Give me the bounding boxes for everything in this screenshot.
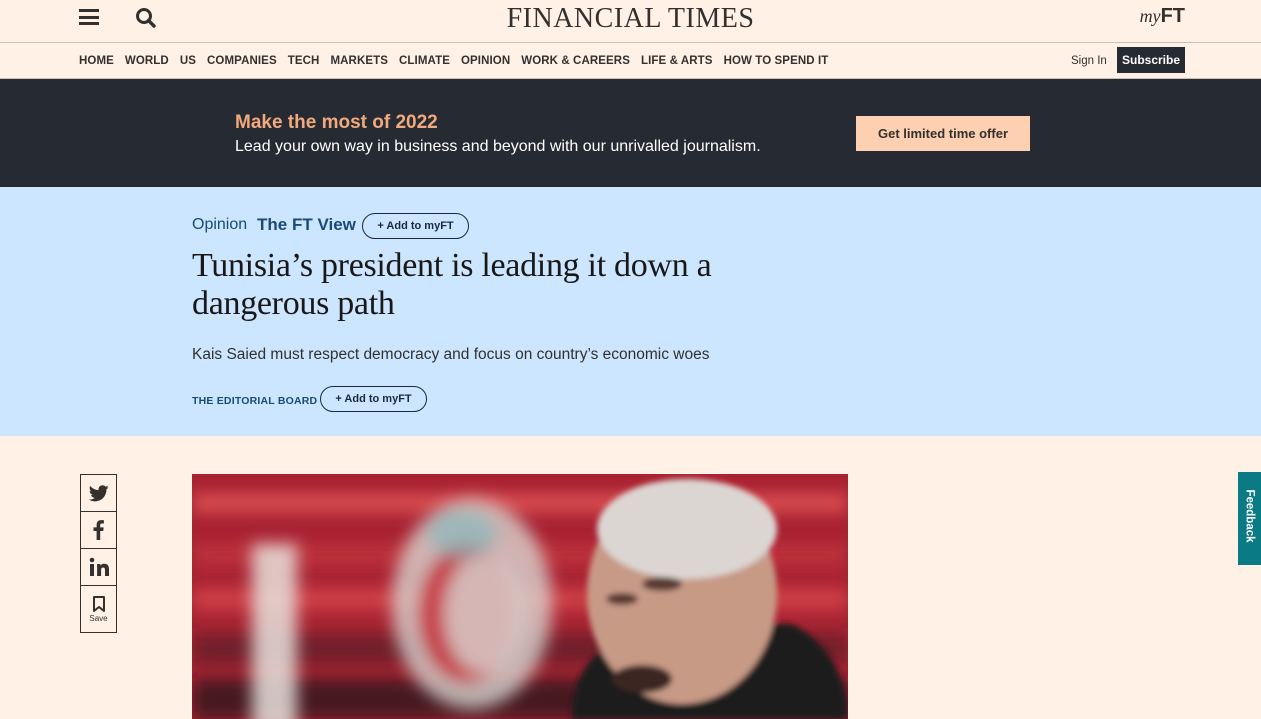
- main-navigation: HOME WORLD US COMPANIES TECH MARKETS CLI…: [0, 44, 1261, 79]
- share-facebook-button[interactable]: [80, 511, 117, 548]
- share-toolbar: Save: [80, 474, 117, 633]
- hero-photo-illustration: [192, 474, 848, 719]
- facebook-icon: [93, 520, 104, 540]
- nav-item-home[interactable]: HOME: [79, 55, 114, 67]
- article-hero-image: [192, 474, 848, 719]
- save-article-button[interactable]: Save: [80, 585, 117, 633]
- nav-item-us[interactable]: US: [180, 55, 196, 67]
- nav-item-markets[interactable]: MARKETS: [330, 55, 388, 67]
- sign-in-link[interactable]: Sign In: [1071, 55, 1107, 67]
- section-link-ft-view[interactable]: The FT View: [257, 215, 356, 235]
- nav-item-work-careers[interactable]: WORK & CAREERS: [521, 55, 630, 67]
- linkedin-icon: [89, 557, 109, 576]
- add-author-to-myft-button[interactable]: + Add to myFT: [320, 386, 427, 412]
- add-section-to-myft-label: Add to myFT: [386, 220, 454, 232]
- feedback-tab[interactable]: Feedback: [1238, 472, 1261, 565]
- myft-logo-ft: FT: [1160, 5, 1185, 27]
- save-label: Save: [89, 613, 108, 623]
- add-section-to-myft-button[interactable]: + Add to myFT: [362, 213, 469, 239]
- promo-subtitle: Lead your own way in business and beyond…: [235, 138, 761, 155]
- nav-items: HOME WORLD US COMPANIES TECH MARKETS CLI…: [79, 55, 839, 67]
- nav-item-climate[interactable]: CLIMATE: [399, 55, 450, 67]
- nav-item-companies[interactable]: COMPANIES: [207, 55, 277, 67]
- feedback-label: Feedback: [1243, 489, 1256, 543]
- nav-item-world[interactable]: WORLD: [125, 55, 169, 67]
- nav-item-how-to-spend-it[interactable]: HOW TO SPEND IT: [724, 55, 829, 67]
- subscribe-button[interactable]: Subscribe: [1117, 47, 1185, 73]
- nav-item-life-arts[interactable]: LIFE & ARTS: [641, 55, 713, 67]
- add-author-to-myft-label: Add to myFT: [344, 393, 412, 405]
- nav-item-opinion[interactable]: OPINION: [461, 55, 510, 67]
- article-genre: Opinion: [192, 216, 248, 233]
- twitter-icon: [88, 484, 109, 501]
- ft-masthead-logo[interactable]: FINANCIAL TIMES: [0, 3, 1261, 35]
- article-headline: Tunisia’s president is leading it down a…: [192, 247, 712, 322]
- promo-banner: Make the most of 2022 Lead your own way …: [0, 79, 1261, 187]
- share-twitter-button[interactable]: [80, 474, 117, 511]
- bookmark-icon: [92, 595, 105, 612]
- limited-offer-button[interactable]: Get limited time offer: [856, 116, 1030, 151]
- article-standfirst: Kais Saied must respect democracy and fo…: [192, 346, 710, 363]
- article-header: Opinion The FT View + Add to myFT Tunisi…: [0, 187, 1261, 436]
- myft-logo-my: my: [1139, 6, 1161, 26]
- myft-logo[interactable]: myFT: [1140, 5, 1185, 28]
- top-bar: FINANCIAL TIMES myFT: [0, 0, 1261, 43]
- share-linkedin-button[interactable]: [80, 548, 117, 585]
- nav-item-tech[interactable]: TECH: [288, 55, 320, 67]
- author-byline[interactable]: THE EDITORIAL BOARD: [192, 395, 317, 407]
- promo-title: Make the most of 2022: [235, 112, 438, 133]
